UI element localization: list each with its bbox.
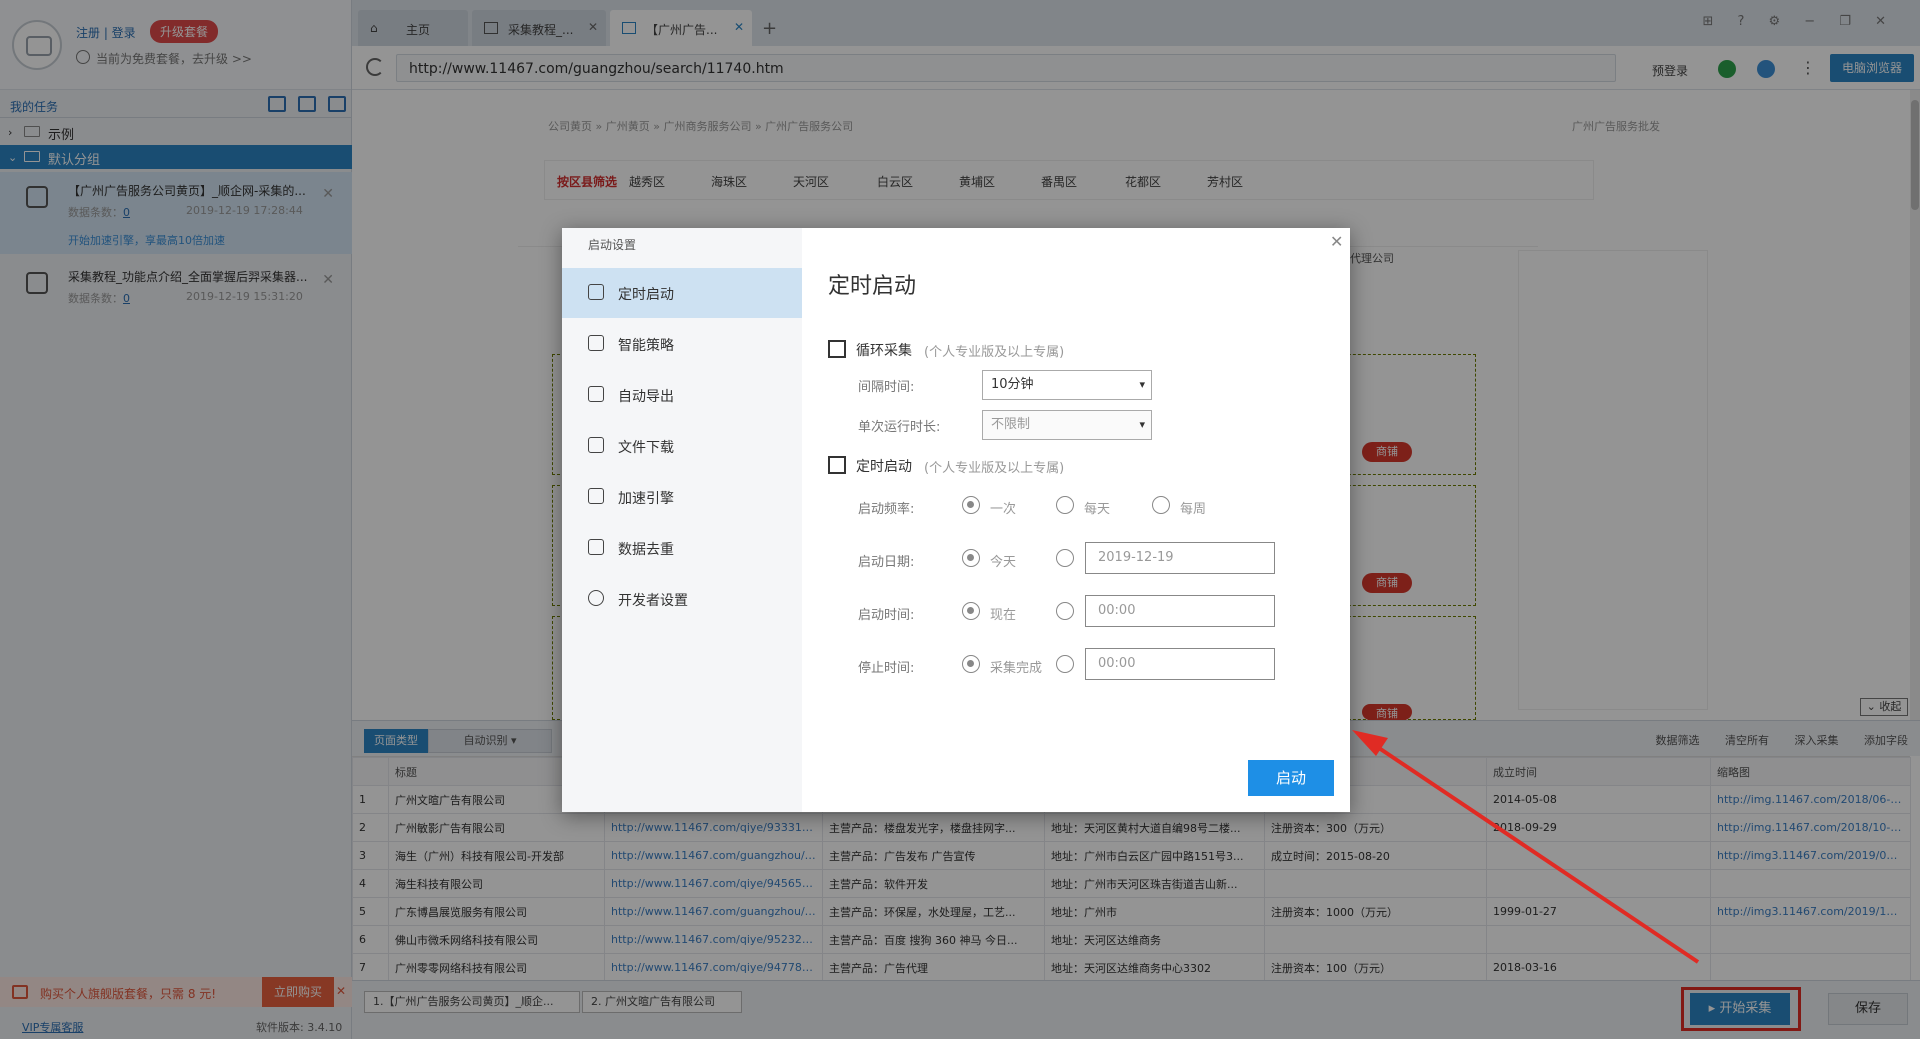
close-icon[interactable]: ✕	[1330, 232, 1343, 251]
freq-option-label: 一次	[990, 502, 1017, 517]
date-input[interactable]: 2019-12-19	[1085, 542, 1275, 574]
export-icon	[588, 386, 604, 402]
stop-complete-radio[interactable]	[962, 655, 980, 673]
freq-weekly-radio[interactable]	[1152, 496, 1170, 514]
dedupe-icon	[588, 539, 604, 555]
dialog-sidebar-title: 启动设置	[588, 238, 637, 252]
launch-settings-dialog: 启动设置 定时启动 智能策略 自动导出 文件下载 加速引擎 数据去重 开发者设置…	[562, 228, 1350, 812]
gear-icon	[588, 590, 604, 606]
time-now-radio[interactable]	[962, 602, 980, 620]
menu-dedupe[interactable]: 数据去重	[562, 523, 802, 573]
duration-select[interactable]: 不限制	[982, 410, 1152, 440]
timed-start-hint: (个人专业版及以上专属)	[924, 461, 1065, 476]
duration-label: 单次运行时长:	[858, 420, 941, 435]
date-option-label: 今天	[990, 555, 1017, 570]
alarm-icon	[588, 284, 604, 300]
timed-start-checkbox[interactable]	[828, 456, 846, 474]
chart-icon	[588, 488, 604, 504]
date-label: 启动日期:	[858, 555, 915, 570]
strategy-icon	[588, 335, 604, 351]
time-label: 启动时间:	[858, 608, 915, 623]
timed-start-label: 定时启动	[856, 459, 912, 475]
menu-auto-export[interactable]: 自动导出	[562, 370, 802, 420]
interval-select[interactable]: 10分钟	[982, 370, 1152, 400]
freq-option-label: 每周	[1180, 502, 1207, 517]
time-input[interactable]: 00:00	[1085, 595, 1275, 627]
freq-once-radio[interactable]	[962, 496, 980, 514]
stop-label: 停止时间:	[858, 661, 915, 676]
time-custom-radio[interactable]	[1056, 602, 1074, 620]
date-today-radio[interactable]	[962, 549, 980, 567]
stop-input[interactable]: 00:00	[1085, 648, 1275, 680]
menu-timed-start[interactable]: 定时启动	[562, 268, 802, 318]
frequency-label: 启动频率:	[858, 502, 915, 517]
menu-boost-engine[interactable]: 加速引擎	[562, 472, 802, 522]
date-custom-radio[interactable]	[1056, 549, 1074, 567]
time-option-label: 现在	[990, 608, 1017, 623]
dialog-heading: 定时启动	[828, 274, 917, 299]
freq-option-label: 每天	[1084, 502, 1111, 517]
freq-daily-radio[interactable]	[1056, 496, 1074, 514]
loop-collect-checkbox[interactable]	[828, 340, 846, 358]
stop-custom-radio[interactable]	[1056, 655, 1074, 673]
menu-smart-strategy[interactable]: 智能策略	[562, 319, 802, 369]
loop-collect-hint: (个人专业版及以上专属)	[924, 345, 1065, 360]
menu-developer[interactable]: 开发者设置	[562, 574, 802, 624]
interval-label: 间隔时间:	[858, 380, 915, 395]
stop-option-label: 采集完成	[990, 661, 1043, 676]
file-icon	[588, 437, 604, 453]
start-button[interactable]: 启动	[1248, 760, 1334, 796]
dialog-sidebar: 启动设置 定时启动 智能策略 自动导出 文件下载 加速引擎 数据去重 开发者设置	[562, 228, 802, 812]
loop-collect-label: 循环采集	[856, 343, 912, 359]
menu-file-download[interactable]: 文件下载	[562, 421, 802, 471]
